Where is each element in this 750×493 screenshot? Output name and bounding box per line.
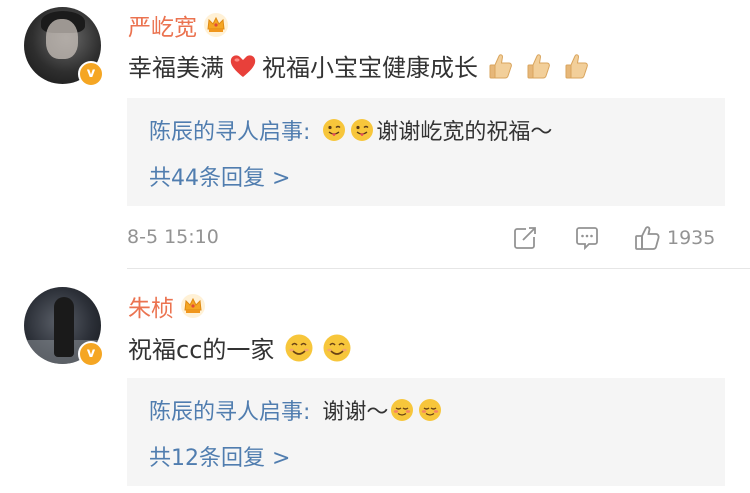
reply-text: 谢谢～: [322, 400, 389, 425]
comment-item: v 严屹宽 幸福美满 祝福小宝宝健康成长 陈辰的寻人启事: 谢谢屹宽的祝福～ 共…: [0, 0, 750, 268]
reply-count-link[interactable]: 共12条回复 >: [149, 440, 290, 472]
reply-count-link[interactable]: 共44条回复 >: [149, 160, 290, 192]
comment-content: 祝福cc的一家: [128, 330, 356, 365]
reply-line: 陈辰的寻人启事: 谢谢～: [149, 394, 444, 426]
username[interactable]: 朱桢: [128, 289, 206, 323]
username[interactable]: 严屹宽: [128, 8, 229, 42]
share-icon: [514, 227, 536, 249]
comment-text-part2: 祝福小宝宝健康成长: [262, 54, 478, 82]
tongue-out-emoji-icon: [323, 119, 346, 141]
like-icon: [635, 226, 660, 250]
crown-icon: [181, 294, 205, 318]
blush-emoji-icon: [391, 399, 414, 421]
thumbs-up-icon: [489, 53, 512, 78]
comment-divider: [127, 268, 750, 269]
reply-line: 陈辰的寻人启事: 谢谢屹宽的祝福～: [149, 114, 552, 146]
comment-text-part1: 祝福cc的一家: [128, 336, 275, 364]
reply-preview[interactable]: 陈辰的寻人启事: 谢谢～ 共12条回复 >: [127, 378, 725, 486]
comment-icon: [576, 227, 598, 251]
comment-button[interactable]: [573, 224, 601, 252]
reply-preview[interactable]: 陈辰的寻人启事: 谢谢屹宽的祝福～ 共44条回复 >: [127, 98, 725, 206]
thumbs-up-icon: [527, 53, 550, 78]
blush-emoji-icon: [419, 399, 442, 421]
reply-username[interactable]: 陈辰的寻人启事:: [149, 114, 310, 146]
share-button[interactable]: [511, 224, 539, 252]
like-count: 1935: [667, 227, 716, 249]
comment-meta: 8-5 15:10 1935: [127, 224, 727, 254]
verified-badge-icon: v: [78, 61, 104, 87]
timestamp: 8-5 15:10: [127, 226, 219, 248]
comment-item: v 朱桢 祝福cc的一家 陈辰的寻人启事: 谢谢～ 共12条回复 >: [0, 270, 750, 493]
username-text[interactable]: 严屹宽: [128, 8, 197, 42]
reply-text: 谢谢屹宽的祝福～: [376, 120, 553, 145]
username-text[interactable]: 朱桢: [128, 289, 174, 323]
comment-content: 幸福美满 祝福小宝宝健康成长: [128, 48, 596, 83]
smile-emoji-icon: [285, 334, 313, 361]
verified-badge-icon: v: [78, 341, 104, 367]
like-button[interactable]: 1935: [633, 224, 715, 252]
crown-icon: [204, 13, 228, 37]
tongue-out-emoji-icon: [351, 119, 374, 141]
thumbs-up-icon: [565, 53, 588, 78]
smile-emoji-icon: [323, 334, 351, 361]
reply-username[interactable]: 陈辰的寻人启事:: [149, 394, 310, 426]
comment-text-part1: 幸福美满: [128, 54, 224, 82]
heart-icon: [230, 54, 256, 77]
